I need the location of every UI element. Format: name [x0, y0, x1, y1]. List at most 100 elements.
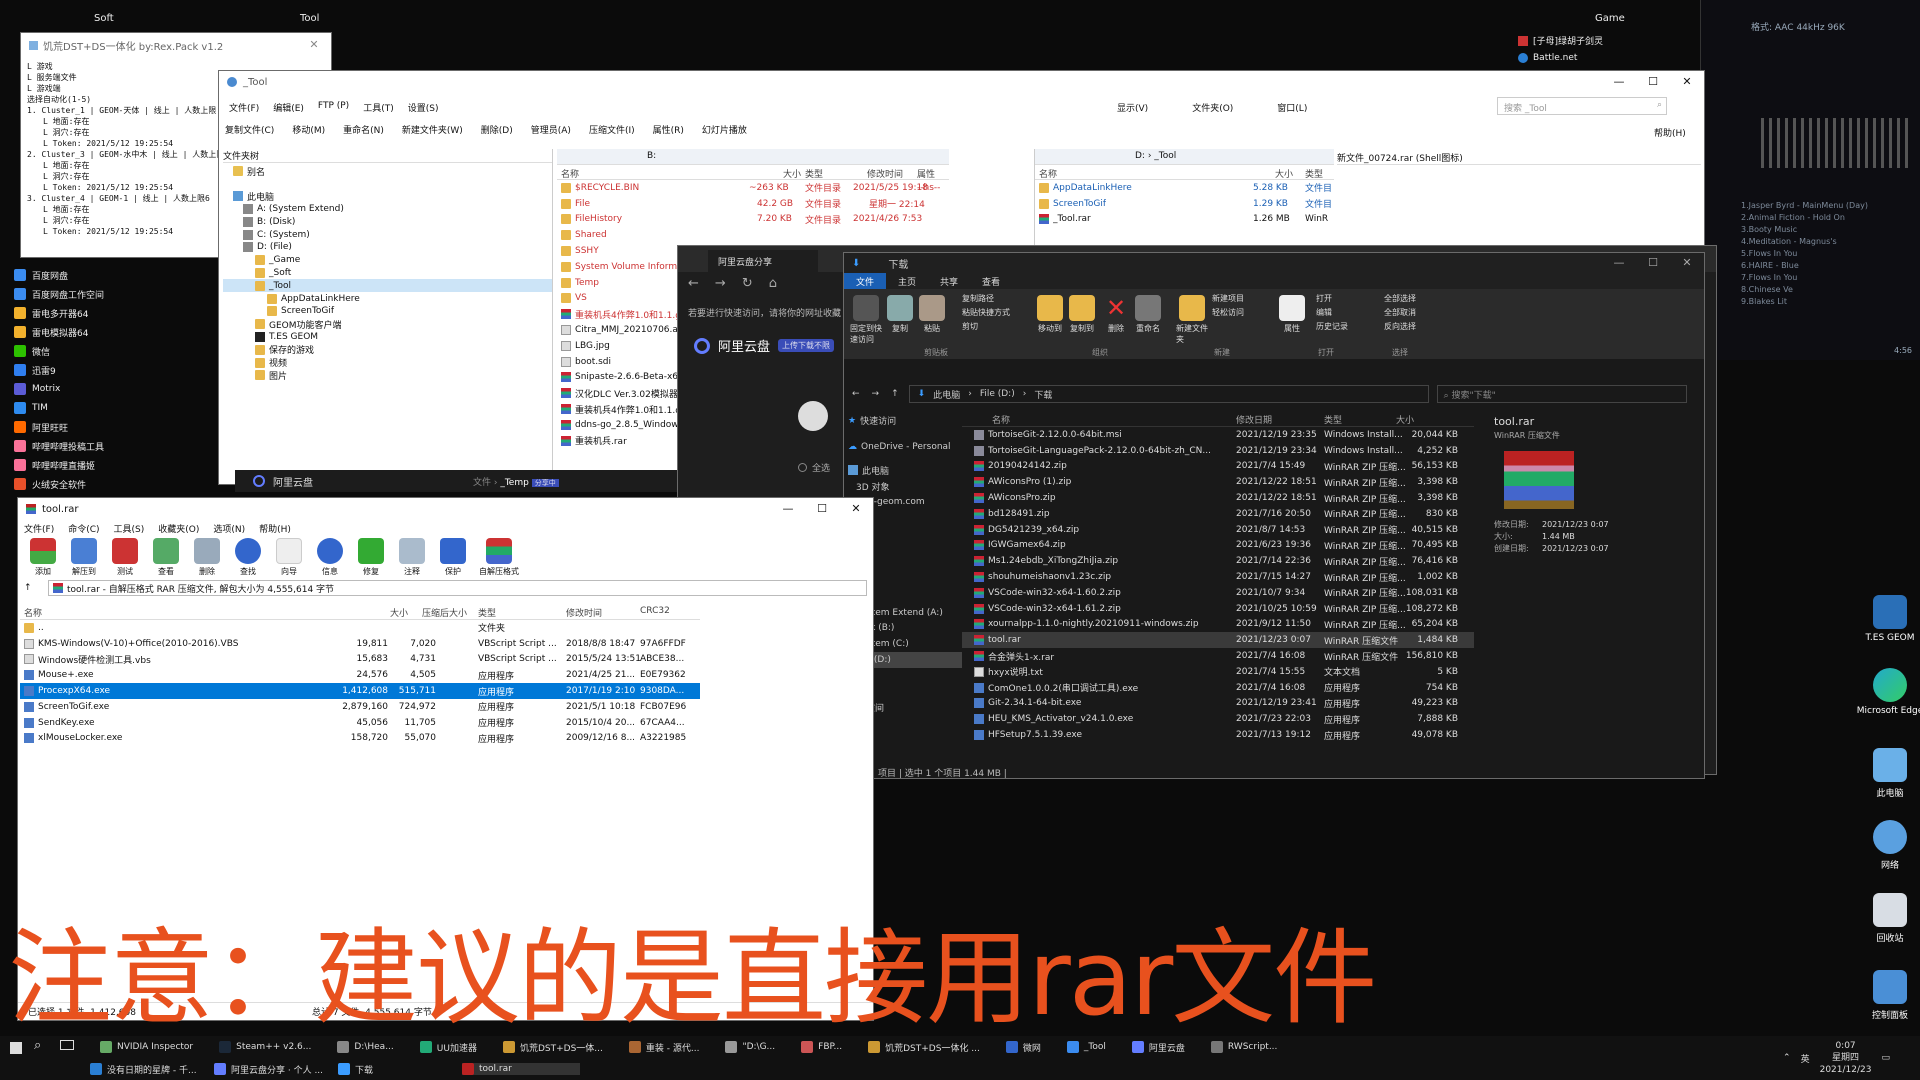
file-row[interactable]: File 42.2 GB 文件目录 星期一 22:14 [557, 196, 949, 212]
taskbar-button[interactable]: 微网 [1005, 1041, 1041, 1054]
comment-button[interactable]: 注释 [397, 538, 427, 577]
new-folder-button[interactable]: 新建文件夹(W) [402, 123, 463, 136]
taskbar-button[interactable]: "D:\G... [725, 1041, 775, 1053]
ribbon-tab-share[interactable]: 共享 [928, 273, 970, 289]
test-button[interactable]: 测试 [110, 538, 140, 577]
minimize-icon[interactable]: — [1602, 253, 1636, 273]
menu-help[interactable]: 帮助(H) [259, 522, 291, 535]
column-header[interactable]: 类型 [478, 606, 496, 619]
tool-search[interactable]: 搜索 _Tool ⌕ [1497, 97, 1667, 115]
pane-d-pathbar[interactable]: D: › _Tool [1035, 149, 1334, 165]
archive-path[interactable]: tool.rar - 自解压格式 RAR 压缩文件, 解包大小为 4,555,6… [48, 580, 867, 596]
file-row[interactable]: VSCode-win32-x64-1.60.2.zip 2021/10/7 9:3… [962, 585, 1474, 601]
desktop-icon[interactable]: 火绒安全软件 [14, 476, 86, 492]
tool-help[interactable]: 帮助(H) [1654, 126, 1686, 139]
info-button[interactable]: 信息 [315, 538, 345, 577]
taskbar-button[interactable]: 饥荒DST+DS一体化 ... [868, 1041, 980, 1054]
desktop-icon[interactable]: 哔哩哔哩直播姬 [14, 457, 95, 473]
taskbar-button[interactable]: 下载 [338, 1063, 456, 1076]
aliyun-select-all[interactable]: 全选 [798, 461, 830, 474]
file-row[interactable]: AWiconsPro.zip 2021/12/22 18:51 WinRAR ZIP… [962, 490, 1474, 506]
desktop-icon[interactable]: 迅雷9 [14, 362, 56, 378]
column-header[interactable]: CRC32 [640, 606, 670, 616]
taskbar-search-icon[interactable]: ⌕ [34, 1038, 41, 1053]
browser-tab-active[interactable]: 阿里云盘分享 [708, 250, 818, 272]
copy-files-button[interactable]: 复制文件(C) [225, 123, 274, 136]
desktop-icon[interactable]: 百度网盘工作空间 [14, 286, 104, 302]
sfx-button[interactable]: 自解压格式 [479, 538, 519, 577]
home-icon[interactable]: ⌂ [769, 276, 793, 291]
folder-tree-panel[interactable]: 文件夹树 别名 此电脑 A: (System Extend) B: (Disk)… [223, 149, 553, 484]
archive-row[interactable]: KMS-Windows(V-10)+Office(2010-2016).VBS 1… [20, 636, 700, 652]
archive-row[interactable]: xlMouseLocker.exe 158,720 55,070 应用程序 2009/1… [20, 731, 700, 747]
column-header[interactable]: 修改时间 [867, 167, 903, 180]
select-none-button[interactable]: 全部取消 [1384, 307, 1416, 318]
notification-icon[interactable]: ▭ [1881, 1053, 1890, 1063]
forward-icon[interactable]: → [872, 389, 880, 399]
tree-item[interactable]: 保存的游戏 [223, 343, 552, 356]
explorer-file-list[interactable]: 名称 修改日期 类型 大小 TortoiseGit-2.12.0.0-64bit… [962, 411, 1474, 761]
new-item-button[interactable]: 新建项目 [1212, 293, 1244, 304]
close-icon[interactable]: ✕ [297, 33, 331, 57]
refresh-icon[interactable]: ↻ [742, 276, 769, 291]
delete-button[interactable]: ✕ 删除 [1100, 295, 1132, 334]
column-header[interactable]: 名称 [24, 606, 42, 619]
menu-settings[interactable]: 设置(S) [408, 101, 439, 114]
column-header-type[interactable]: 类型 [1324, 413, 1342, 426]
close-icon[interactable]: ✕ [839, 498, 873, 520]
menu-window[interactable]: 窗口(L) [1277, 101, 1307, 114]
properties-button[interactable]: 属性(R) [653, 123, 684, 136]
file-row[interactable]: shouhumeishaonv1.23c.zip 2021/7/15 14:27 W… [962, 569, 1474, 585]
compress-button[interactable]: 压缩文件(I) [589, 123, 635, 136]
paste-button[interactable]: 粘贴 [916, 295, 948, 334]
menu-file[interactable]: 文件(F) [24, 522, 54, 535]
breadcrumb-item[interactable]: 下载 [1034, 388, 1052, 401]
taskbar-button[interactable]: NVIDIA Inspector [100, 1041, 193, 1053]
menu-view[interactable]: 显示(V) [1117, 101, 1148, 114]
tree-item[interactable]: 图片 [223, 369, 552, 382]
column-header[interactable]: 大小 [783, 167, 801, 180]
explorer-titlebar[interactable]: ⬇ 下载 [844, 253, 1704, 273]
find-button[interactable]: 查找 [233, 538, 263, 577]
file-row[interactable]: ScreenToGif 1.29 KB 文件目 [1035, 196, 1334, 212]
playlist-item[interactable]: 7.Flows In You [1741, 272, 1916, 284]
file-row[interactable]: $RECYCLE.BIN ~263 KB 文件目录 2021/5/25 19:18 --… [557, 180, 949, 196]
copy-button[interactable]: 复制 [884, 295, 916, 334]
copy-to-button[interactable]: 复制到 [1066, 295, 1098, 334]
menu-favorites[interactable]: 收藏夹(O) [158, 522, 199, 535]
file-row[interactable]: 合金弹头1-x.rar 2021/7/4 16:08 WinRAR 压缩文件 156,… [962, 648, 1474, 664]
taskbar-button[interactable]: UU加速器 [419, 1041, 477, 1054]
tree-item[interactable]: 此电脑 [223, 190, 552, 203]
playlist-item[interactable]: 4.Meditation - Magnus's [1741, 236, 1916, 248]
desktop-icon-edge[interactable]: Microsoft Edge [1855, 668, 1920, 716]
desktop-icon[interactable]: 阿里旺旺 [14, 419, 68, 435]
forward-icon[interactable]: → [715, 276, 742, 291]
tree-item[interactable]: AppDataLinkHere [223, 292, 552, 305]
column-header[interactable]: 压缩后大小 [422, 606, 467, 619]
paste-shortcut-button[interactable]: 粘贴快捷方式 [962, 307, 1010, 318]
file-row[interactable]: FileHistory 7.20 KB 文件目录 2021/4/26 7:53 [557, 212, 949, 228]
tray-item-battlenet[interactable]: Battle.net [1518, 53, 1577, 63]
menu-tools[interactable]: 工具(S) [114, 522, 145, 535]
chevron-up-icon[interactable]: ⌃ [1783, 1053, 1791, 1063]
file-row[interactable]: HFSetup7.5.1.39.exe 2021/7/13 19:12 应用程序 49… [962, 727, 1474, 743]
back-icon[interactable]: ← [688, 276, 715, 291]
file-row[interactable]: bd128491.zip 2021/7/16 20:50 WinRAR ZIP 压缩… [962, 506, 1474, 522]
nav-quick-access[interactable]: ★ 快速访问 [844, 413, 962, 429]
editor-titlebar[interactable]: 饥荒DST+DS一体化 by:Rex.Pack v1.2 [21, 33, 331, 57]
aliyun-share-bar[interactable]: 阿里云盘 文件 › _Temp 分享中 [235, 470, 677, 492]
desktop-icon[interactable]: 雷电多开器64 [14, 305, 88, 321]
tree-item[interactable]: _Game [223, 254, 552, 267]
nav-this-pc[interactable]: 此电脑 [844, 463, 962, 479]
winrar-rows[interactable]: .. 文件夹 KMS-Windows(V-10)+Office(2010-2016)… [20, 620, 700, 746]
new-folder-button[interactable]: 新建文件夹 [1176, 295, 1208, 345]
playlist-item[interactable]: 3.Booty Music [1741, 224, 1916, 236]
clock[interactable]: 0:07 星期四 2021/12/23 [1820, 1040, 1872, 1076]
tree-item[interactable]: GEOM功能客户端 [223, 318, 552, 331]
column-header[interactable]: 属性 [917, 167, 935, 180]
file-row[interactable]: tool.rar 2021/12/23 0:07 WinRAR 压缩文件 1,484 … [962, 632, 1474, 649]
rename-button[interactable]: 重命名(N) [343, 123, 384, 136]
taskbar-button[interactable]: 饥荒DST+DS一体... [502, 1041, 603, 1054]
menu-folder[interactable]: 文件夹(O) [1192, 101, 1233, 114]
file-row[interactable]: DG5421239_x64.zip 2021/8/7 14:53 WinRAR ZI… [962, 522, 1474, 538]
